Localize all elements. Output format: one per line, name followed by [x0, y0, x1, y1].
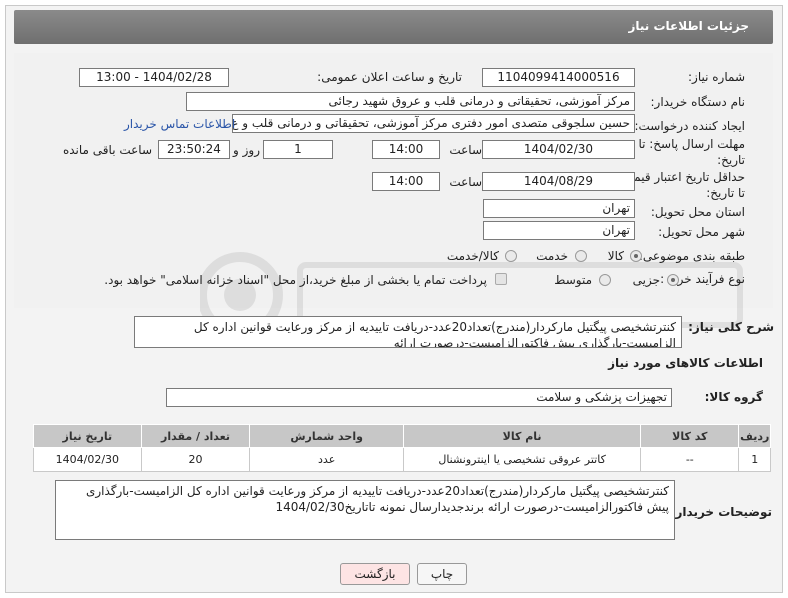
- cell-quantity: 20: [140, 447, 251, 472]
- col-name: نام کالا: [402, 424, 642, 448]
- reply-deadline-label-line2: تاریخ:: [717, 153, 745, 167]
- col-quantity: تعداد / مقدار: [140, 424, 251, 448]
- reply-time-field: 14:00: [372, 140, 440, 159]
- category-option-service: خدمت: [536, 249, 568, 263]
- treasury-payment-checkbox[interactable]: [495, 273, 507, 285]
- price-validity-label-line2: تا تاریخ:: [706, 186, 745, 200]
- reply-time-label: ساعت: [449, 143, 482, 157]
- process-radio-medium[interactable]: [599, 274, 611, 286]
- category-radio-service[interactable]: [575, 250, 587, 262]
- price-validity-label: حداقل تاریخ اعتبار قیمت: تا تاریخ:: [618, 169, 745, 201]
- buyer-org-field: مرکز آموزشی، تحقیقاتی و درمانی قلب و عرو…: [186, 92, 635, 111]
- cell-code: --: [640, 447, 740, 472]
- goods-group-label: گروه کالا:: [704, 390, 763, 404]
- category-option-goods: کالا: [607, 249, 624, 263]
- category-radio-goods[interactable]: [630, 250, 642, 262]
- buyer-contact-link[interactable]: اطلاعات تماس خریدار: [124, 117, 235, 131]
- col-code: کد کالا: [640, 424, 740, 448]
- page-header: جزئیات اطلاعات نیاز: [14, 10, 773, 44]
- need-number-label: شماره نیاز:: [688, 70, 745, 84]
- city-field: تهران: [483, 221, 635, 240]
- summary-field: کنترتشخیصی پیگتیل مارکردار(مندرج)تعداد20…: [134, 316, 682, 348]
- print-button[interactable]: چاپ: [417, 563, 467, 585]
- remaining-days-field: 1: [263, 140, 333, 159]
- creator-label: ایجاد کننده درخواست:: [634, 119, 745, 133]
- table-row: 1 -- کاتتر عروقی تشخیصی یا اینترونشنال ع…: [33, 447, 771, 472]
- category-radio-goods-service[interactable]: [505, 250, 517, 262]
- announce-label: تاریخ و ساعت اعلان عمومی:: [317, 70, 462, 84]
- remaining-label: ساعت باقی مانده: [62, 143, 152, 157]
- buyer-notes-label: توضیحات خریدار:: [670, 505, 772, 519]
- process-radio-minor[interactable]: [667, 274, 679, 286]
- col-row: ردیف: [738, 424, 771, 448]
- col-unit: واحد شمارش: [249, 424, 404, 448]
- buyer-notes-field: کنترتشخیصی پیگتیل مارکردار(مندرج)تعداد20…: [55, 480, 675, 540]
- process-option-minor: جزیی: [632, 273, 660, 287]
- need-number-field: 1104099414000516: [482, 68, 635, 87]
- price-date-field: 1404/08/29: [482, 172, 635, 191]
- days-label: روز و: [233, 143, 260, 157]
- col-date: تاریخ نیاز: [33, 424, 142, 448]
- summary-label: شرح کلی نیاز:: [688, 320, 774, 334]
- reply-deadline-label-line1: مهلت ارسال پاسخ: تا: [638, 137, 745, 151]
- cell-name: کاتتر عروقی تشخیصی یا اینترونشنال: [402, 447, 642, 472]
- price-time-label: ساعت: [449, 175, 482, 189]
- goods-table-header: ردیف کد کالا نام کالا واحد شمارش تعداد /…: [33, 424, 771, 448]
- city-label: شهر محل تحویل:: [658, 225, 745, 239]
- province-label: استان محل تحویل:: [650, 205, 745, 219]
- cell-date: 1404/02/30: [33, 447, 142, 472]
- category-label: طبقه بندی موضوعی:: [638, 249, 745, 263]
- price-time-field: 14:00: [372, 172, 440, 191]
- treasury-payment-note: پرداخت تمام یا بخشی از مبلغ خرید،از محل …: [104, 273, 487, 287]
- remaining-time-field: 23:50:24: [158, 140, 230, 159]
- goods-section-title: اطلاعات کالاهای مورد نیاز: [608, 356, 763, 370]
- buyer-org-label: نام دستگاه خریدار:: [650, 95, 746, 109]
- back-button[interactable]: بازگشت: [340, 563, 410, 585]
- page-title: جزئیات اطلاعات نیاز: [628, 19, 749, 33]
- reply-deadline-label: مهلت ارسال پاسخ: تا تاریخ:: [638, 136, 745, 168]
- cell-unit: عدد: [249, 447, 404, 472]
- announce-field: 1404/02/28 - 13:00: [79, 68, 229, 87]
- goods-table: ردیف کد کالا نام کالا واحد شمارش تعداد /…: [33, 424, 771, 472]
- category-option-goods-service: کالا/خدمت: [446, 249, 499, 263]
- process-option-medium: متوسط: [554, 273, 592, 287]
- price-validity-label-line1: حداقل تاریخ اعتبار قیمت:: [618, 170, 745, 184]
- reply-date-field: 1404/02/30: [482, 140, 635, 159]
- province-field: تهران: [483, 199, 635, 218]
- cell-row: 1: [738, 447, 771, 472]
- goods-group-field: تجهیزات پزشکی و سلامت: [166, 388, 672, 407]
- creator-field: حسین سلجوقی متصدی امور دفتری مرکز آموزشی…: [232, 114, 635, 133]
